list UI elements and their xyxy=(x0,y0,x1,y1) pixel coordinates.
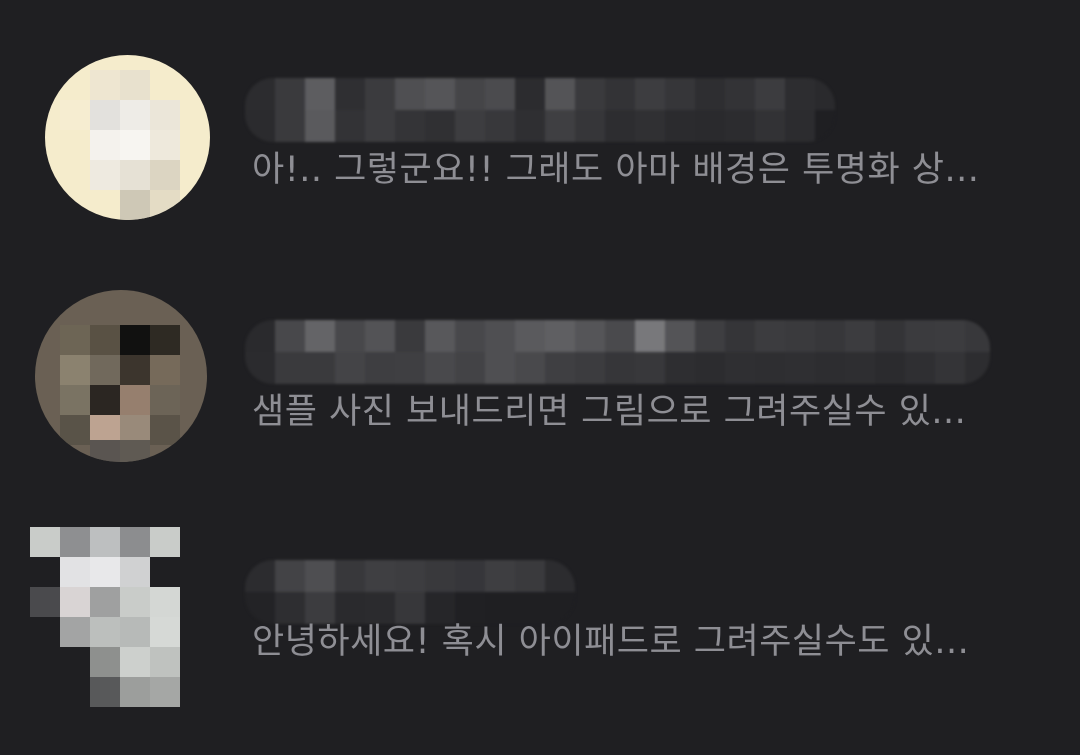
contact-name-redacted xyxy=(245,320,990,384)
avatar[interactable] xyxy=(45,55,210,220)
conversation-list: 아!.. 그렇군요!! 그래도 아마 배경은 투명화 상... 샘플 사진 보내… xyxy=(0,0,1080,755)
avatar[interactable] xyxy=(35,290,207,462)
contact-name-redacted xyxy=(245,78,835,142)
message-preview: 안녕하세요! 혹시 아이패드로 그려주실수도 있... xyxy=(252,622,970,662)
message-preview: 아!.. 그렇군요!! 그래도 아마 배경은 투명화 상... xyxy=(252,150,980,190)
conversation-item[interactable]: 안녕하세요! 혹시 아이패드로 그려주실수도 있... xyxy=(0,522,1080,712)
contact-name-redacted xyxy=(245,560,575,624)
message-preview: 샘플 사진 보내드리면 그림으로 그려주실수 있... xyxy=(252,392,967,432)
avatar[interactable] xyxy=(30,527,180,707)
conversation-item[interactable]: 샘플 사진 보내드리면 그림으로 그려주실수 있... xyxy=(0,282,1080,472)
conversation-item[interactable]: 아!.. 그렇군요!! 그래도 아마 배경은 투명화 상... xyxy=(0,40,1080,230)
